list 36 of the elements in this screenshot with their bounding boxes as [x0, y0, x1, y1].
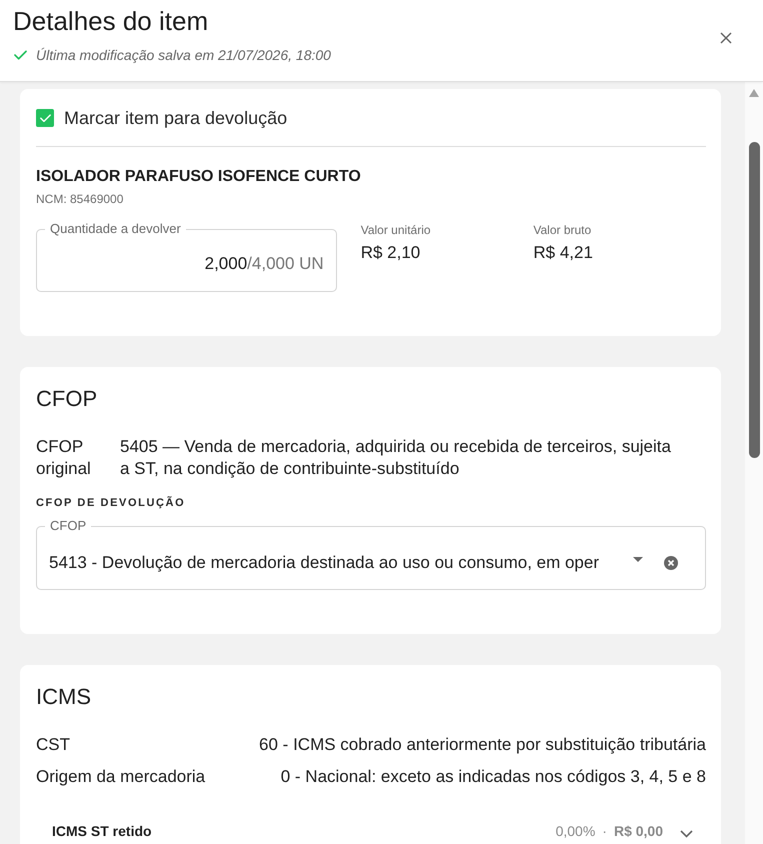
save-status-text: Última modificação salva em 21/07/2026, 18:00: [36, 47, 331, 63]
amount-text: R$ 0,00: [614, 822, 663, 841]
info-value: 60 - ICMS cobrado anteriormente por substituição tributária: [259, 734, 706, 756]
rate-text: 0,00%: [556, 822, 596, 841]
section-title: CFOP: [36, 385, 98, 413]
dropdown-caret-icon[interactable]: [633, 556, 643, 562]
cfop-original-label: CFOP original: [36, 436, 92, 480]
quantity-value: 2,000/4,000 UN: [204, 253, 324, 274]
checkbox-label: Marcar item para devolução: [64, 108, 288, 128]
separator-text: ·: [602, 822, 607, 841]
value-label: Valor unitário: [360, 222, 432, 238]
field-label: CFOP: [49, 518, 88, 534]
accordion-title[interactable]: ICMS ST retido: [52, 821, 556, 841]
scrollbar-thumb[interactable]: [748, 142, 760, 458]
quantity-field[interactable]: Quantidade a devolver 2,000/4,000 UN: [36, 221, 337, 292]
close-icon: [720, 32, 732, 44]
check-icon: [14, 50, 27, 60]
info-label: Origem da mercadoria: [36, 766, 206, 788]
dialog-title: Detalhes do item: [13, 5, 210, 37]
clear-icon[interactable]: [664, 556, 678, 570]
select-value: 5413 - Devolução de mercadoria destinada ao uso ou consumo, em oper: [49, 552, 600, 574]
ncm-code: NCM: 85469000: [36, 191, 124, 207]
value-amount: R$ 2,10: [360, 242, 422, 264]
cfop-original-value: 5405 — Venda de mercadoria, adquirida ou recebida de terceiros, sujeita a ST, na condição de contribuinte-substituído: [120, 436, 672, 480]
check-icon: [40, 114, 50, 122]
chevron-down-icon[interactable]: [680, 830, 693, 838]
info-label: CST: [36, 734, 70, 756]
value-amount: R$ 4,21: [533, 242, 594, 264]
product-name: ISOLADOR PARAFUSO ISOFENCE CURTO: [36, 167, 362, 187]
checkbox[interactable]: [36, 109, 54, 127]
value-label: Valor bruto: [533, 222, 592, 238]
info-value: 0 - Nacional: exceto as indicadas nos códigos 3, 4, 5 e 8: [280, 766, 706, 788]
field-label: Quantidade a devolver: [49, 221, 182, 237]
section-title: ICMS: [36, 683, 92, 711]
cfop-select[interactable]: CFOP 5413 - Devolução de mercadoria destinada ao uso ou consumo, em oper: [36, 518, 706, 590]
section-label: CFOP DE DEVOLUÇÃO: [36, 496, 186, 510]
